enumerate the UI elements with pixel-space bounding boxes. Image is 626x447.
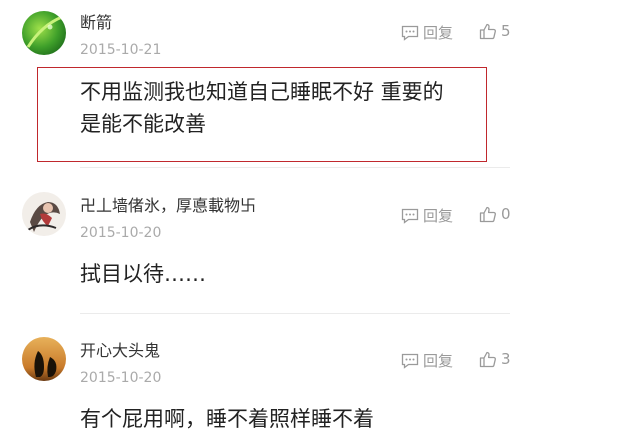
comment-text: 有个屁用啊，睡不着照样睡不着 xyxy=(80,403,374,435)
thumbs-up-icon xyxy=(479,206,496,222)
like-button[interactable]: 0 xyxy=(479,205,511,223)
comment-page: { "comments": [ { "username": "断箭", "dat… xyxy=(0,0,626,447)
reply-label: 回复 xyxy=(423,24,454,42)
comment-item: 卍丄墙偖氷，厚悳載物卐 2015-10-20 回复 0 拭目以待…… xyxy=(0,170,626,315)
comment-icon xyxy=(401,25,419,41)
highlight-box xyxy=(37,67,487,162)
reply-button[interactable]: 回复 xyxy=(401,350,453,371)
thumbs-up-icon xyxy=(479,351,496,367)
user-avatar[interactable] xyxy=(22,337,66,381)
like-button[interactable]: 5 xyxy=(479,22,511,40)
like-count: 0 xyxy=(501,205,511,223)
username[interactable]: 开心大头鬼 xyxy=(80,337,160,361)
reply-label: 回复 xyxy=(423,352,454,370)
divider xyxy=(80,313,510,314)
reply-label: 回复 xyxy=(423,207,454,225)
username[interactable]: 卍丄墙偖氷，厚悳載物卐 xyxy=(80,192,256,216)
username[interactable]: 断箭 xyxy=(80,9,112,33)
comment-icon xyxy=(401,208,419,224)
comment-item: 开心大头鬼 2015-10-20 回复 3 有个屁用啊，睡不着照样睡不着 xyxy=(0,315,626,447)
user-avatar[interactable] xyxy=(22,11,66,55)
reply-button[interactable]: 回复 xyxy=(401,22,453,43)
comment-icon xyxy=(401,353,419,369)
comment-date: 2015-10-21 xyxy=(80,42,162,58)
comment-date: 2015-10-20 xyxy=(80,225,162,241)
like-count: 5 xyxy=(501,22,511,40)
comment-text-line: 有个屁用啊，睡不着照样睡不着 xyxy=(80,407,374,431)
like-count: 3 xyxy=(501,350,511,368)
thumbs-up-icon xyxy=(479,23,496,39)
comment-text: 拭目以待…… xyxy=(80,258,206,290)
reply-button[interactable]: 回复 xyxy=(401,205,453,226)
comment-date: 2015-10-20 xyxy=(80,370,162,386)
comment-text-line: 拭目以待…… xyxy=(80,262,206,286)
user-avatar[interactable] xyxy=(22,192,66,236)
like-button[interactable]: 3 xyxy=(479,350,511,368)
divider xyxy=(80,167,510,168)
